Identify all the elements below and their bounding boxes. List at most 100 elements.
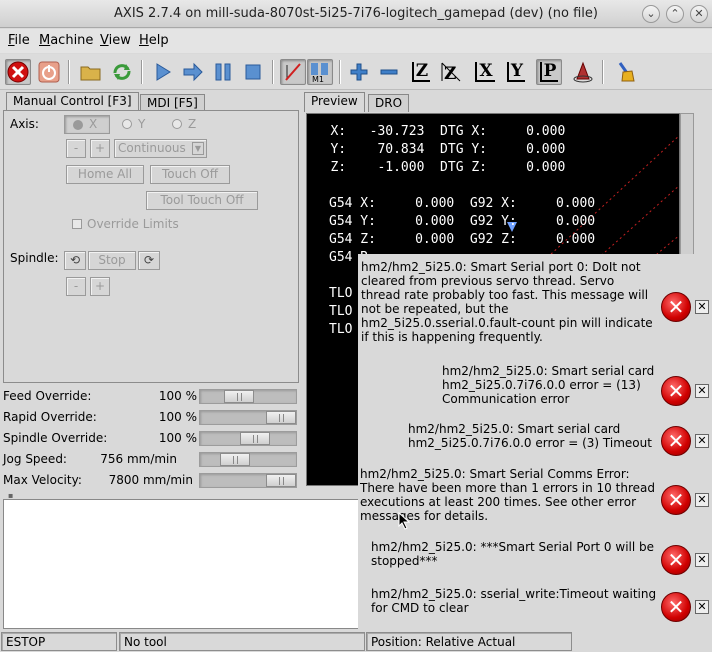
rapid-override-label: Rapid Override: — [3, 410, 97, 424]
jog-plus-button[interactable]: + — [90, 139, 110, 158]
view-y-button[interactable]: Y — [503, 59, 529, 85]
radio-icon — [172, 119, 182, 129]
menu-view[interactable]: View — [100, 33, 131, 48]
error-message: hm2/hm2_5i25.0: ***Smart Serial Port 0 w… — [358, 534, 712, 584]
view-z2-button[interactable]: Z — [438, 59, 464, 85]
close-error-button[interactable]: ✕ — [695, 493, 709, 507]
close-error-button[interactable]: ✕ — [695, 434, 709, 448]
spindle-stop-button[interactable]: Stop — [88, 251, 136, 270]
spindle-override-value: 100 % — [158, 431, 197, 445]
window-title: AXIS 2.7.4 on mill-suda-8070st-5i25-7i76… — [114, 6, 598, 21]
tool-touch-off-button[interactable]: Tool Touch Off — [146, 191, 258, 210]
slider-thumb[interactable] — [224, 390, 254, 403]
machine-power-button[interactable] — [36, 59, 62, 85]
svg-text:M1: M1 — [312, 75, 324, 83]
menu-bar: File Machine View Help — [0, 29, 712, 53]
spindle-slower-button[interactable]: - — [66, 277, 86, 296]
gcode-text-area[interactable] — [3, 499, 359, 629]
pause-icon — [215, 63, 231, 81]
slider-thumb[interactable] — [266, 474, 296, 487]
error-text: hm2/hm2_5i25.0: Smart serial card hm2_5i… — [442, 364, 655, 406]
rotate-view-button[interactable] — [570, 59, 596, 85]
close-window-button[interactable]: ✕ — [690, 5, 708, 23]
pause-button[interactable] — [210, 59, 236, 85]
rapid-override-slider[interactable] — [199, 410, 297, 425]
spindle-faster-button[interactable]: + — [90, 277, 110, 296]
error-icon: ✕ — [661, 485, 691, 515]
tab-manual-control[interactable]: Manual Control [F3] — [6, 92, 139, 112]
error-icon: ✕ — [661, 592, 691, 622]
close-error-button[interactable]: ✕ — [695, 553, 709, 567]
status-bar: ESTOP No tool Position: Relative Actual — [0, 631, 712, 652]
radio-icon — [122, 119, 132, 129]
estop-button[interactable] — [5, 59, 31, 85]
view-x-button[interactable]: X — [472, 59, 498, 85]
stop-icon — [245, 64, 261, 80]
touch-off-button[interactable]: Touch Off — [150, 165, 230, 184]
error-icon: ✕ — [661, 292, 691, 322]
reload-icon — [113, 64, 131, 80]
title-bar[interactable]: AXIS 2.7.4 on mill-suda-8070st-5i25-7i76… — [0, 0, 712, 28]
maximize-button[interactable]: ⌃ — [666, 5, 684, 23]
menu-help[interactable]: Help — [139, 33, 169, 48]
mouse-cursor-icon — [398, 512, 411, 530]
dro-line: G54 Z: 0.000 G92 Z: 0.000 — [329, 232, 596, 247]
view-x-icon: X — [475, 62, 495, 82]
max-velocity-row: Max Velocity: 7800 mm/min — [3, 471, 299, 492]
spindle-label: Spindle: — [10, 251, 59, 265]
dro-line: Y: 70.834 DTG Y: 0.000 — [307, 142, 566, 157]
view-perspective-button[interactable]: P — [536, 59, 562, 85]
jog-speed-slider[interactable] — [199, 452, 297, 467]
view-z-button[interactable]: Z — [408, 59, 434, 85]
slider-thumb[interactable] — [220, 453, 250, 466]
menu-machine[interactable]: Machine — [39, 33, 93, 48]
close-error-button[interactable]: ✕ — [695, 600, 709, 614]
tab-preview[interactable]: Preview — [304, 92, 365, 112]
axis-x-radio[interactable]: X — [64, 115, 110, 134]
spindle-override-label: Spindle Override: — [3, 431, 108, 445]
open-file-button[interactable] — [78, 59, 104, 85]
estop-icon — [7, 61, 29, 83]
zoom-in-button[interactable] — [346, 59, 372, 85]
max-velocity-slider[interactable] — [199, 473, 297, 488]
feed-override-slider[interactable] — [199, 389, 297, 404]
close-error-button[interactable]: ✕ — [695, 384, 709, 398]
run-program-button[interactable] — [150, 59, 176, 85]
checkbox-icon — [72, 219, 82, 229]
home-all-button[interactable]: Home All — [66, 165, 144, 184]
radio-selected-icon — [73, 120, 83, 130]
step-arrow-icon — [183, 62, 203, 82]
jog-minus-button[interactable]: - — [66, 139, 86, 158]
menu-file[interactable]: File — [8, 33, 30, 48]
play-icon — [156, 63, 171, 81]
spindle-ccw-button[interactable]: ⟲ — [64, 251, 86, 270]
stop-button[interactable] — [240, 59, 266, 85]
tab-dro[interactable]: DRO — [368, 94, 410, 112]
slider-thumb[interactable] — [266, 411, 296, 424]
error-text: hm2/hm2_5i25.0: Smart Serial port 0: DoI… — [361, 260, 653, 344]
error-icon: ✕ — [661, 426, 691, 456]
rotate-cone-icon — [573, 61, 593, 83]
jog-increment-select[interactable]: Continuous ▼ — [114, 139, 207, 158]
optional-stop-button[interactable]: M1 — [307, 59, 333, 85]
spindle-cw-button[interactable]: ⟳ — [138, 251, 160, 270]
folder-icon — [80, 66, 101, 81]
manual-control-panel: Axis: X Y Z - + Continuous ▼ Home All To… — [3, 110, 299, 383]
jog-speed-row: Jog Speed: 756 mm/min — [3, 450, 299, 471]
dro-line: Z: -1.000 DTG Z: 0.000 — [307, 160, 566, 175]
block-delete-icon — [285, 63, 301, 81]
clear-backplot-button[interactable] — [612, 59, 638, 85]
close-error-button[interactable]: ✕ — [695, 300, 709, 314]
spindle-override-slider[interactable] — [199, 431, 297, 446]
max-velocity-label: Max Velocity: — [3, 473, 82, 487]
reload-file-button[interactable] — [109, 59, 135, 85]
minimize-button[interactable]: ⌄ — [642, 5, 660, 23]
axis-label: Axis: — [10, 117, 39, 131]
plus-icon — [350, 63, 368, 81]
block-delete-button[interactable] — [280, 59, 306, 85]
dro-line: G54 Y: 0.000 G92 Y: 0.000 — [329, 214, 596, 229]
minus-icon — [380, 69, 398, 75]
step-button[interactable] — [180, 59, 206, 85]
zoom-out-button[interactable] — [376, 59, 402, 85]
slider-thumb[interactable] — [240, 432, 270, 445]
